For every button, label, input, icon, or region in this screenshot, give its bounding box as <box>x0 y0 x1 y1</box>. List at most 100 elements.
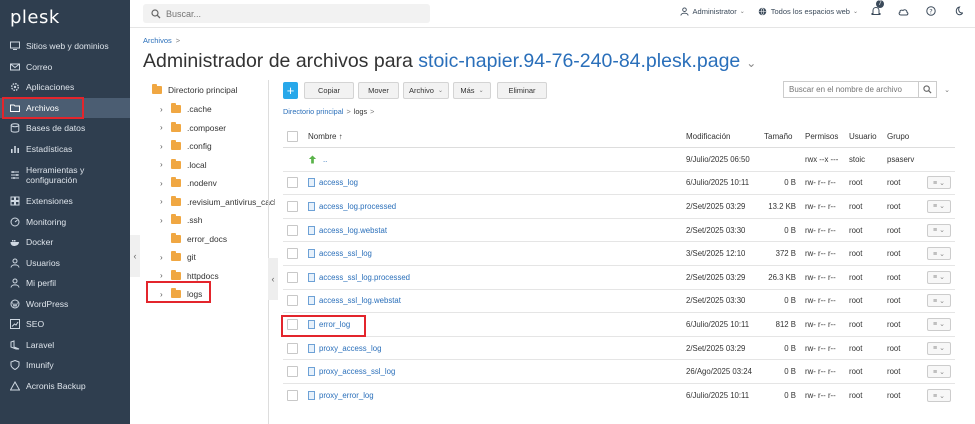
row-checkbox[interactable] <box>287 224 298 236</box>
table-row[interactable]: access_log.webstat 2/Set/2025 03:30 0 B … <box>283 219 955 243</box>
sidebar-item-mail[interactable]: Correo <box>0 57 130 78</box>
row-actions-menu[interactable]: ≡ ⌄ <box>927 223 951 237</box>
tree-node[interactable]: › .config <box>160 139 212 153</box>
breadcrumb-item-archivos[interactable]: Archivos <box>143 36 172 45</box>
chevron-down-icon[interactable]: ⌄ <box>746 56 756 70</box>
user-menu[interactable]: Administrator ⌄ <box>679 7 745 16</box>
table-row[interactable]: proxy_access_ssl_log 26/Ago/2025 03:24 0… <box>283 360 955 384</box>
file-search[interactable] <box>783 81 937 98</box>
notifications-button[interactable]: 7 <box>871 0 885 16</box>
tree-node[interactable]: › git <box>160 250 196 264</box>
theme-toggle[interactable] <box>953 6 967 16</box>
tree-collapse-handle[interactable]: ‹ <box>268 258 278 300</box>
file-name-link[interactable]: proxy_access_ssl_log <box>319 367 395 376</box>
delete-button[interactable]: Eliminar <box>497 81 547 99</box>
column-modified[interactable]: Modificación <box>686 126 730 147</box>
search-input[interactable] <box>166 8 406 19</box>
sidebar-item-laravel[interactable]: Laravel <box>0 335 130 356</box>
chevron-right-icon[interactable]: › <box>160 142 168 151</box>
sidebar-item-extensions[interactable]: Extensiones <box>0 191 130 212</box>
table-row[interactable]: access_ssl_log.processed 2/Set/2025 03:2… <box>283 266 955 290</box>
plesk-logo[interactable]: plesk <box>10 7 60 28</box>
chevron-right-icon[interactable]: › <box>160 197 168 206</box>
row-checkbox[interactable] <box>287 177 298 189</box>
global-search[interactable] <box>143 4 430 23</box>
sidebar-item-acronis-backup[interactable]: Acronis Backup <box>0 376 130 397</box>
move-button[interactable]: Mover <box>358 81 399 99</box>
column-name[interactable]: Nombre ↑ <box>308 126 343 147</box>
tree-node[interactable]: error_docs <box>160 232 227 246</box>
file-search-button[interactable] <box>918 82 936 97</box>
sidebar-item-wordpress[interactable]: WordPress <box>0 294 130 315</box>
domain-selector[interactable]: stoic-napier.94-76-240-84.plesk.page <box>418 50 740 72</box>
row-actions-menu[interactable]: ≡ ⌄ <box>927 341 951 355</box>
row-actions-menu[interactable]: ≡ ⌄ <box>927 247 951 261</box>
sidebar-item-monitoring[interactable]: Monitoring <box>0 212 130 233</box>
table-row-parent[interactable]: .. 9/Julio/2025 06:50 rwx --x --- stoic … <box>283 148 955 172</box>
file-name-link[interactable]: proxy_access_log <box>319 344 381 353</box>
row-actions-menu[interactable]: ≡ ⌄ <box>927 199 951 213</box>
row-actions-menu[interactable]: ≡ ⌄ <box>927 365 951 379</box>
sidebar-item-docker[interactable]: Docker <box>0 232 130 253</box>
row-checkbox[interactable] <box>287 390 298 402</box>
chevron-right-icon[interactable]: › <box>160 253 168 262</box>
sidebar-collapse-handle[interactable]: ‹ <box>130 235 140 277</box>
chevron-right-icon[interactable]: › <box>160 123 168 132</box>
copy-button[interactable]: Copiar <box>304 81 354 99</box>
table-row[interactable]: access_ssl_log.webstat 2/Set/2025 03:30 … <box>283 290 955 314</box>
chevron-right-icon[interactable]: › <box>160 271 168 280</box>
tree-node[interactable]: › .cache <box>160 102 212 116</box>
select-all-checkbox[interactable] <box>287 131 298 142</box>
chevron-right-icon[interactable]: › <box>160 216 168 225</box>
search-options-toggle[interactable]: ⌄ <box>940 81 954 98</box>
add-button[interactable]: + <box>283 81 298 99</box>
path-root[interactable]: Directorio principal <box>283 107 343 116</box>
column-permissions[interactable]: Permisos <box>805 126 838 147</box>
file-menu-button[interactable]: Archivo ⌄ <box>403 81 449 99</box>
row-checkbox[interactable] <box>287 366 298 378</box>
more-menu-button[interactable]: Más ⌄ <box>453 81 491 99</box>
row-checkbox[interactable] <box>287 342 298 354</box>
table-row[interactable]: access_log.processed 2/Set/2025 03:29 13… <box>283 195 955 219</box>
chevron-right-icon[interactable]: › <box>160 160 168 169</box>
file-name-link[interactable]: access_log.webstat <box>319 226 387 235</box>
file-name-link[interactable]: access_log <box>319 178 358 187</box>
column-size[interactable]: Tamaño <box>764 126 792 147</box>
row-checkbox[interactable] <box>287 200 298 212</box>
sidebar-item-seo[interactable]: SEO <box>0 314 130 335</box>
row-checkbox[interactable] <box>287 248 298 260</box>
row-checkbox[interactable] <box>287 295 298 307</box>
row-checkbox[interactable] <box>287 271 298 283</box>
chevron-right-icon[interactable]: › <box>160 179 168 188</box>
table-row[interactable]: proxy_error_log 6/Julio/2025 10:11 0 B r… <box>283 384 955 408</box>
row-actions-menu[interactable]: ≡ ⌄ <box>927 294 951 308</box>
parent-directory-link[interactable]: .. <box>323 155 327 164</box>
file-name-link[interactable]: access_log.processed <box>319 202 396 211</box>
column-user[interactable]: Usuario <box>849 126 877 147</box>
table-row-error-log[interactable]: error_log 6/Julio/2025 10:11 812 B rw- r… <box>283 313 955 337</box>
table-row[interactable]: access_log 6/Julio/2025 10:11 0 B rw- r-… <box>283 172 955 196</box>
cloud-button[interactable] <box>898 7 913 16</box>
scope-menu[interactable]: Todos los espacios web ⌄ <box>758 7 858 16</box>
file-search-input[interactable] <box>784 85 919 94</box>
tree-node[interactable]: › .local <box>160 158 207 172</box>
sidebar-item-users[interactable]: Usuarios <box>0 253 130 274</box>
sidebar-item-tools-settings[interactable]: Herramientas y configuración <box>0 159 130 191</box>
row-actions-menu[interactable]: ≡ ⌄ <box>927 176 951 190</box>
tree-node[interactable]: › .nodenv <box>160 176 217 190</box>
sidebar-item-applications[interactable]: Aplicaciones <box>0 77 130 98</box>
file-name-link[interactable]: access_ssl_log.processed <box>319 273 410 282</box>
file-name-link[interactable]: proxy_error_log <box>319 391 374 400</box>
tree-node[interactable]: › .ssh <box>160 213 202 227</box>
sidebar-item-databases[interactable]: Bases de datos <box>0 118 130 139</box>
tree-node[interactable]: › .revisium_antivirus_cach <box>160 195 275 209</box>
row-actions-menu[interactable]: ≡ ⌄ <box>927 270 951 284</box>
file-name-link[interactable]: access_ssl_log <box>319 249 372 258</box>
column-group[interactable]: Grupo <box>887 126 909 147</box>
row-actions-menu[interactable]: ≡ ⌄ <box>927 389 951 403</box>
row-actions-menu[interactable]: ≡ ⌄ <box>927 317 951 331</box>
table-row[interactable]: access_ssl_log 3/Set/2025 12:10 372 B rw… <box>283 242 955 266</box>
table-row[interactable]: proxy_access_log 2/Set/2025 03:29 0 B rw… <box>283 337 955 361</box>
sidebar-item-imunify[interactable]: Imunify <box>0 355 130 376</box>
file-name-link[interactable]: access_ssl_log.webstat <box>319 296 401 305</box>
